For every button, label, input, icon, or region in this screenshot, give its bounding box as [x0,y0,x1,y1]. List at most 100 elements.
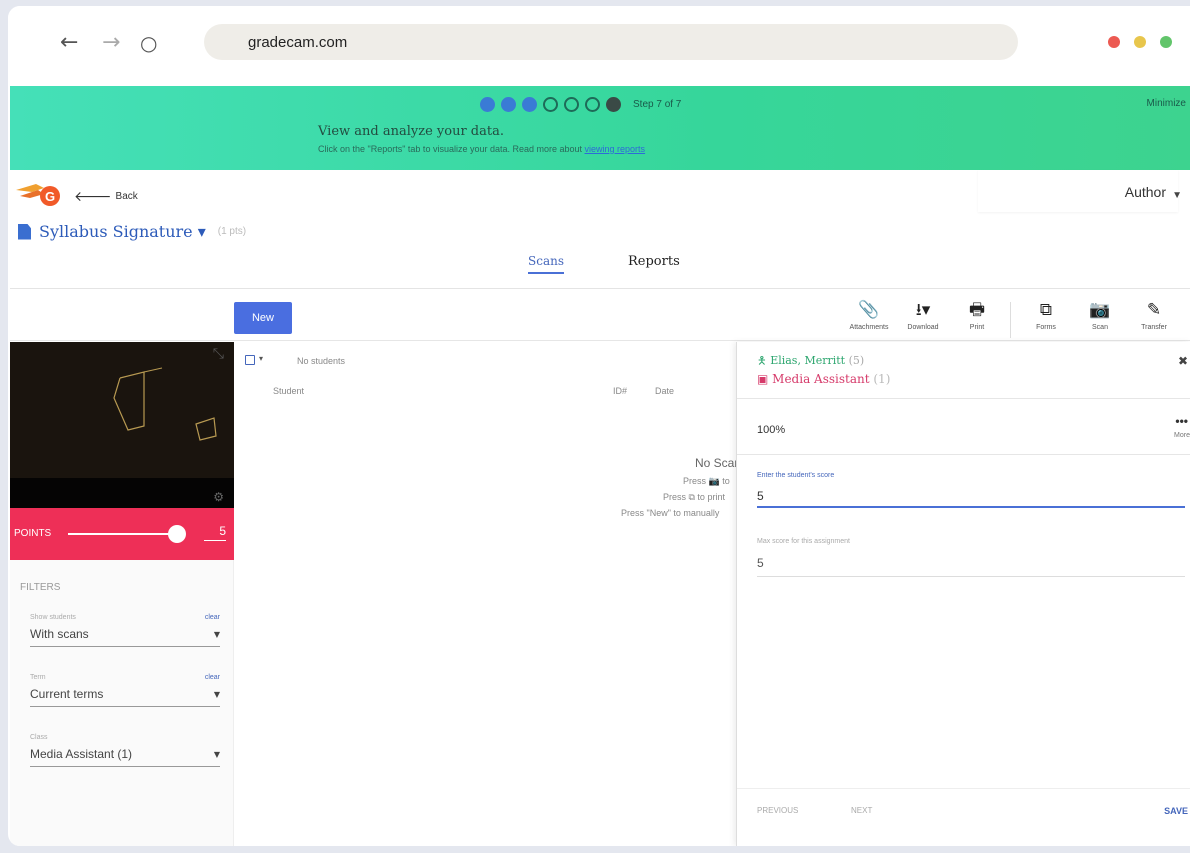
gradecam-logo[interactable]: G [14,180,66,208]
filter-label-row: Show students clear [30,614,220,621]
assignment-title[interactable]: Syllabus Signature ▾ (1 pts) [18,222,246,241]
forward-arrow-icon[interactable]: → [102,32,120,54]
scan-button[interactable]: 📷 Scan [1075,300,1125,338]
banner-subtitle-text: Click on the "Reports" tab to visualize … [318,144,585,154]
document-icon [18,223,31,240]
svg-text:G: G [45,189,55,204]
score-percent: 100% [757,424,786,436]
column-header-student[interactable]: Student [273,386,304,396]
filter-value: With scans [30,627,89,641]
filter-label-row: Term clear [30,674,220,681]
forms-button[interactable]: ⧉ Forms [1021,300,1071,338]
person-icon: 🯅 [757,354,771,367]
step-dot-current [606,96,621,112]
points-value[interactable]: 5 [204,524,226,541]
empty-state-line: Press ⧉ to print [663,492,725,502]
score-field-label: Enter the student's score [757,472,835,479]
banner-subtitle: Click on the "Reports" tab to visualize … [318,144,645,154]
chevron-down-icon: ▼ [213,690,220,699]
divider [737,398,1190,399]
column-header-id[interactable]: ID# [613,386,627,396]
max-score-underline [757,576,1185,577]
class-name[interactable]: ▣ Media Assistant (1) [757,372,890,386]
toolbar: 📎 Attachments ⭳▾ Download 🖶 Print ⧉ Form… [844,300,1183,338]
transfer-label: Transfer [1141,324,1167,331]
transfer-button[interactable]: ✎ Transfer [1129,300,1179,338]
printer-icon: 🖶 [968,300,986,320]
filter-label: Show students [30,614,76,621]
expand-icon[interactable]: ⤡ [213,346,224,362]
filter-value: Media Assistant (1) [30,747,133,761]
new-button[interactable]: New [234,302,292,334]
tab-reports[interactable]: Reports [628,254,680,269]
filters-title: FILTERS [20,582,61,593]
attachments-button[interactable]: 📎 Attachments [844,300,894,338]
step-dot [585,96,600,112]
column-header-date[interactable]: Date [655,386,674,396]
filter-clear-link[interactable]: clear [205,614,220,621]
divider [737,788,1190,789]
download-icon: ⭳▾ [915,300,931,320]
download-label: Download [907,324,939,331]
toolbar-divider [1010,302,1011,338]
previous-button[interactable]: PREVIOUS [757,806,798,815]
points-slider-track[interactable] [68,533,180,535]
class-name-text: Media Assistant [772,372,870,386]
reload-icon[interactable]: ○ [140,32,157,54]
chevron-down-icon: ▼ [213,750,220,759]
filter-class: Class Media Assistant (1) ▼ [30,734,220,767]
divider [10,340,1190,341]
divider [737,454,1190,455]
empty-state-line: Press 📷 to [683,476,730,486]
show-students-select[interactable]: With scans ▼ [30,627,220,647]
scanner-camera-view: ⤡ ⚙ [10,342,234,508]
author-label: Author [1124,184,1166,200]
tab-scans[interactable]: Scans [528,254,564,274]
download-button[interactable]: ⭳▾ Download [898,300,948,338]
next-button[interactable]: NEXT [851,806,872,815]
back-link[interactable]: 🡐 Back [74,188,138,205]
chevron-down-icon[interactable]: ▾ [259,354,263,363]
back-label: Back [115,191,138,202]
window-maximize-dot[interactable] [1160,36,1172,48]
step-dot [522,96,537,112]
filter-clear-link[interactable]: clear [205,674,220,681]
class-select[interactable]: Media Assistant (1) ▼ [30,747,220,767]
camera-icon: 📷 [1089,300,1111,320]
more-label[interactable]: More [1174,432,1190,439]
points-slider-knob[interactable] [168,525,186,543]
minimize-banner-link[interactable]: Minimize [1147,98,1186,109]
gear-icon[interactable]: ⚙ [213,490,224,504]
save-button[interactable]: SAVE [1164,806,1188,816]
author-menu[interactable]: Author ▼ [978,170,1182,212]
divider [10,288,1190,289]
window-minimize-dot[interactable] [1134,36,1146,48]
class-count: (1) [873,372,891,386]
max-score-value[interactable]: 5 [757,556,764,570]
chevron-down-icon: ▼ [1172,190,1182,201]
close-icon[interactable]: ✖ [1178,354,1188,368]
step-dot [480,96,495,112]
filter-label-row: Class [30,734,220,741]
window-close-dot[interactable] [1108,36,1120,48]
student-name[interactable]: 🯅 Elias, Merritt (5) [757,352,864,371]
back-arrow-icon[interactable]: ← [60,32,78,54]
more-icon[interactable]: ••• [1175,414,1188,428]
assignment-name: Syllabus Signature ▾ [39,222,206,241]
banner-title: View and analyze your data. [318,124,504,139]
back-arrow-icon: 🡐 [74,189,112,205]
score-input[interactable] [757,486,1185,508]
forms-icon: ⧉ [1039,300,1053,320]
browser-window: ← → ○ gradecam.com Step 7 of 7 Minimize … [8,6,1190,846]
student-count-text: No students [297,356,346,366]
address-bar[interactable]: gradecam.com [204,24,1018,60]
select-all-checkbox[interactable] [245,355,255,365]
print-button[interactable]: 🖶 Print [952,300,1002,338]
viewing-reports-link[interactable]: viewing reports [585,144,646,154]
term-select[interactable]: Current terms ▼ [30,687,220,707]
filter-label: Term [30,674,46,681]
app-main: G 🡐 Back Author ▼ Syllabus Signature ▾ (1… [10,170,1190,846]
filter-show-students: Show students clear With scans ▼ [30,614,220,647]
chevron-down-icon: ▼ [213,630,220,639]
student-count: (5) [848,354,865,367]
